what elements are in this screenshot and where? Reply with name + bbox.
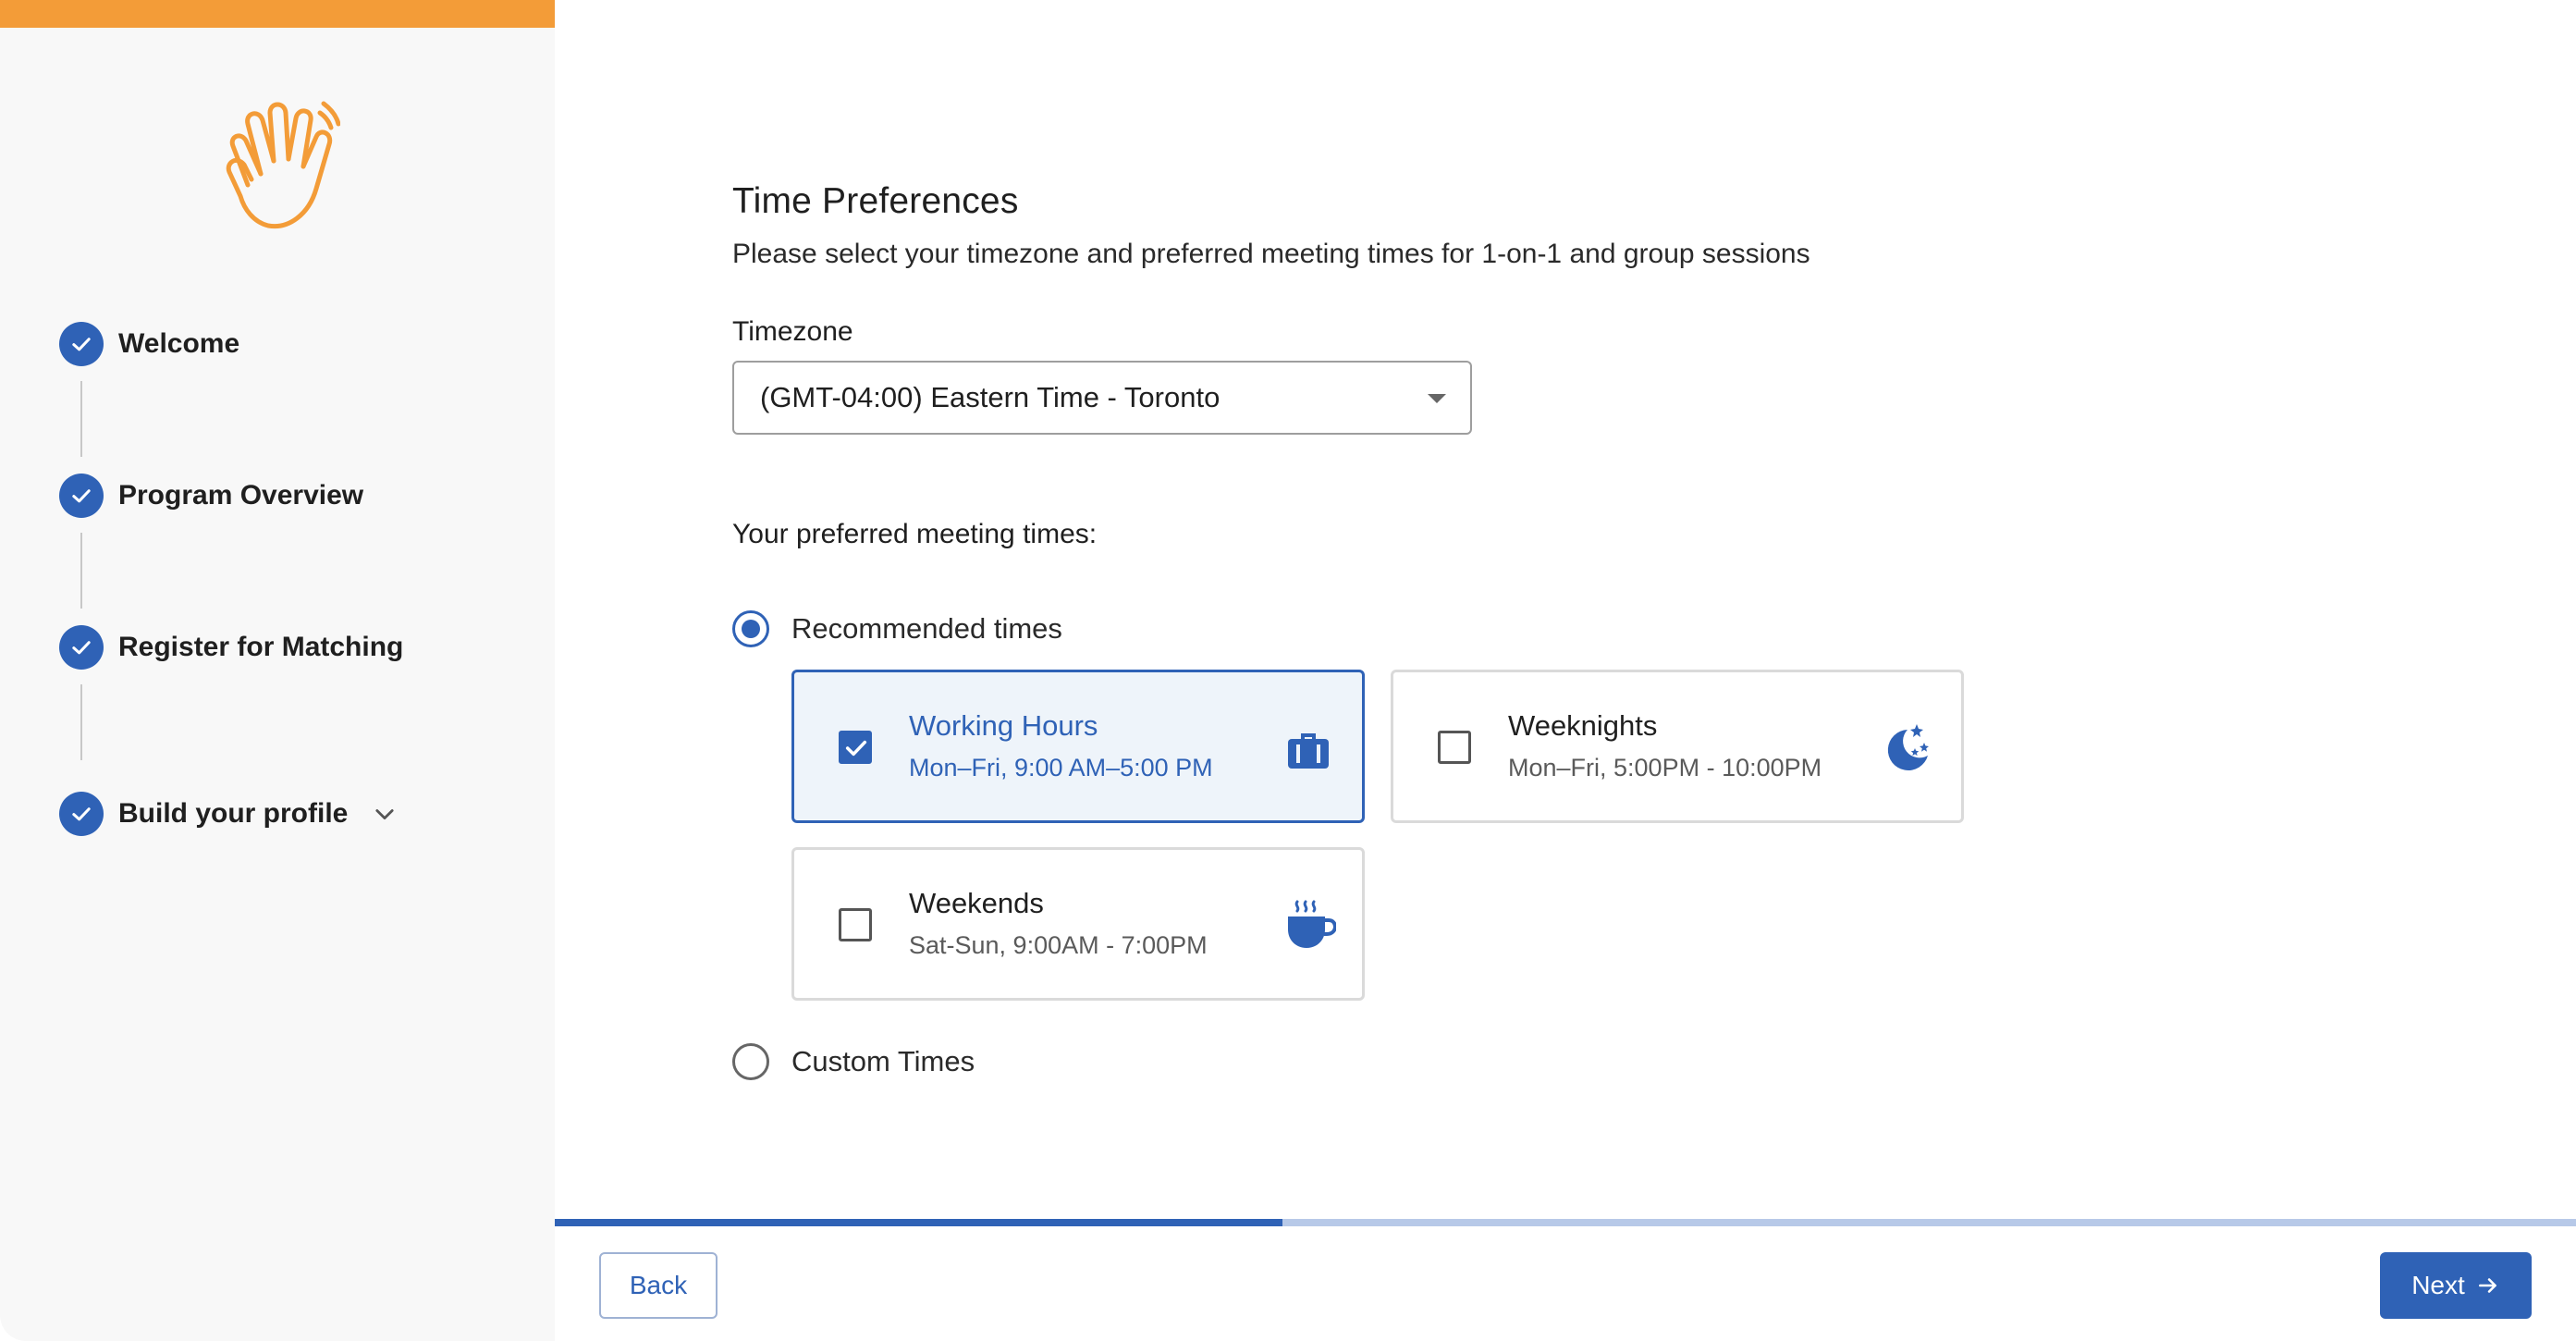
coffee-cup-icon — [1288, 900, 1336, 948]
arrow-right-icon — [2478, 1278, 2496, 1293]
checkbox[interactable] — [839, 731, 872, 764]
sidebar: Welcome Program Overview Register for Ma… — [0, 0, 555, 1341]
next-button-label: Next — [2411, 1271, 2465, 1299]
card-working-hours[interactable]: Working Hours Mon–Fri, 9:00 AM–5:00 PM — [791, 670, 1365, 823]
page-subtitle: Please select your timezone and preferre… — [732, 239, 1810, 269]
step-program-overview[interactable]: Program Overview — [59, 474, 363, 518]
card-title: Weeknights — [1508, 709, 1658, 742]
card-title: Working Hours — [909, 709, 1098, 742]
timezone-label: Timezone — [732, 316, 853, 347]
back-button[interactable]: Back — [599, 1252, 718, 1319]
radio-custom-times[interactable]: Custom Times — [732, 1043, 975, 1080]
chevron-down-icon[interactable] — [372, 801, 398, 827]
radio-button[interactable] — [732, 610, 769, 647]
checkbox[interactable] — [1438, 731, 1471, 764]
waving-hand-icon — [226, 101, 340, 229]
radio-button[interactable] — [732, 1043, 769, 1080]
card-subtitle: Sat-Sun, 9:00AM - 7:00PM — [909, 931, 1208, 959]
main-content: Time Preferences Please select your time… — [732, 181, 2027, 1080]
dropdown-caret-icon — [1428, 394, 1446, 403]
next-button[interactable]: Next — [2380, 1252, 2532, 1319]
checkbox[interactable] — [839, 908, 872, 941]
step-label: Program Overview — [118, 480, 364, 511]
page-title: Time Preferences — [732, 181, 1019, 221]
meeting-times-label: Your preferred meeting times: — [732, 519, 1098, 549]
timezone-select[interactable]: (GMT-04:00) Eastern Time - Toronto — [732, 361, 1472, 435]
radio-label: Custom Times — [791, 1045, 975, 1077]
step-welcome[interactable]: Welcome — [59, 322, 239, 366]
sidebar-accent-bar — [0, 0, 555, 28]
check-circle-icon — [59, 625, 104, 670]
step-build-your-profile[interactable]: Build your profile — [59, 792, 398, 836]
progress-bar — [555, 1219, 2576, 1226]
card-subtitle: Mon–Fri, 9:00 AM–5:00 PM — [909, 754, 1213, 781]
moon-stars-icon — [1887, 724, 1929, 770]
step-register-for-matching[interactable]: Register for Matching — [59, 625, 403, 670]
progress-fill — [555, 1219, 1282, 1226]
briefcase-icon — [1288, 733, 1329, 769]
check-circle-icon — [59, 474, 104, 518]
card-weekends[interactable]: Weekends Sat-Sun, 9:00AM - 7:00PM — [791, 847, 1365, 1001]
card-title: Weekends — [909, 887, 1044, 919]
step-connector — [80, 381, 82, 457]
step-connector — [80, 684, 82, 760]
step-connector — [80, 533, 82, 609]
card-weeknights[interactable]: Weeknights Mon–Fri, 5:00PM - 10:00PM — [1391, 670, 1964, 823]
check-circle-icon — [59, 322, 104, 366]
timezone-value: (GMT-04:00) Eastern Time - Toronto — [760, 381, 1221, 413]
card-subtitle: Mon–Fri, 5:00PM - 10:00PM — [1508, 754, 1822, 781]
step-label: Welcome — [118, 328, 240, 359]
step-label: Build your profile — [118, 798, 349, 829]
radio-label: Recommended times — [791, 612, 1062, 645]
check-circle-icon — [59, 792, 104, 836]
radio-recommended-times[interactable]: Recommended times — [732, 610, 1062, 647]
step-label: Register for Matching — [118, 632, 404, 662]
